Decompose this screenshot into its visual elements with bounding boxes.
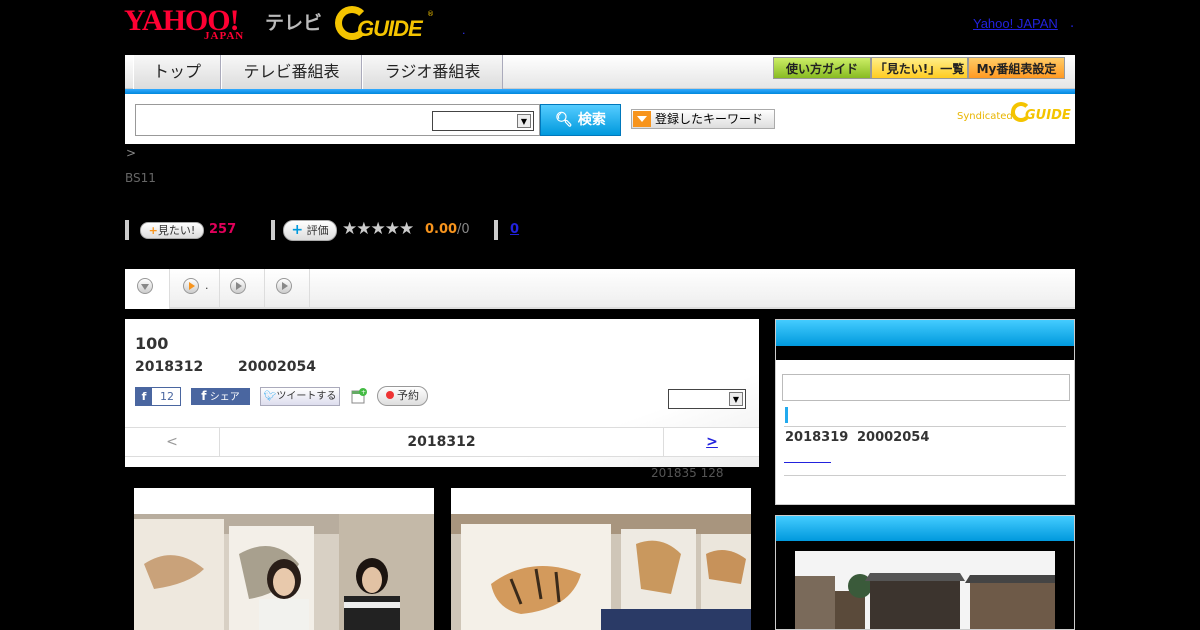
sidebar-broadcast-time: 20002054 [857, 430, 930, 445]
subtab-3[interactable] [220, 269, 265, 309]
tv-logo-text[interactable]: テレビ [265, 8, 322, 35]
search-bar: ▼ 🔍︎ 検索 登録したキーワード Syndicated GUIDE [125, 94, 1075, 144]
subtab-4[interactable] [265, 269, 310, 309]
search-category-select[interactable]: ▼ [432, 111, 534, 131]
divider [494, 220, 498, 240]
main-nav: トップ テレビ番組表 ラジオ番組表 使い方ガイド 「見たい!」一覧 My番組表設… [125, 55, 1075, 89]
header-link-dot: . [1070, 16, 1075, 31]
facebook-share-label: シェア [209, 392, 240, 403]
breadcrumb[interactable]: > [126, 146, 136, 160]
gguide-logo[interactable]: GUIDE ® [335, 6, 434, 41]
sidebar-section-marker [785, 407, 788, 423]
play-icon [183, 278, 199, 294]
divider [784, 426, 1066, 427]
plus-icon: + [148, 224, 158, 237]
nav-tab-radio-schedule[interactable]: ラジオ番組表 [362, 55, 503, 89]
header-dot: . [462, 24, 466, 37]
yahoo-japan-logo-text: JAPAN [204, 30, 245, 42]
miru-button[interactable]: +見たい! [140, 222, 204, 239]
sidebar-next-broadcast: 2018319 20002054 [775, 319, 1075, 505]
facebook-icon: f [201, 389, 207, 403]
pager-prev-button[interactable]: < [125, 428, 220, 456]
townscape-image [795, 551, 1055, 629]
divider [125, 220, 129, 240]
subtab-1[interactable] [125, 269, 170, 309]
my-schedule-settings-button[interactable]: My番組表設定 [968, 57, 1065, 79]
subtab-2-label: . [205, 279, 209, 292]
sidebar-input[interactable] [782, 374, 1070, 401]
program-photo-1[interactable] [134, 488, 434, 630]
program-meta: 201835 128 [651, 466, 724, 480]
registered-keywords-button[interactable]: 登録したキーワード [631, 109, 775, 129]
tiger-paintings-image [451, 514, 751, 630]
rating-count: /0 [457, 222, 470, 237]
sidebar-related [775, 515, 1075, 630]
program-photo-2[interactable] [451, 488, 751, 630]
reserve-button[interactable]: 予約 [377, 386, 428, 406]
episode-pager: < 2018312 > [125, 427, 759, 457]
rating-score: 0.00 [425, 222, 458, 237]
program-option-select[interactable]: ▼ [668, 389, 746, 409]
program-detail-panel: 100 2018312 20002054 f 12 f シェア 🐦︎ツイートする … [125, 319, 759, 467]
yahoo-japan-link[interactable]: Yahoo! JAPAN [973, 16, 1058, 31]
nav-tab-tv-schedule[interactable]: テレビ番組表 [221, 55, 362, 89]
rate-button-label: 評価 [306, 224, 329, 237]
page: YAHOO! JAPAN テレビ GUIDE ® . Yahoo! JAPAN … [0, 0, 1200, 630]
dropdown-arrow-icon [633, 111, 651, 127]
reserve-label: 予約 [397, 389, 419, 402]
channel-name: BS11 [125, 171, 156, 185]
program-subtabs: . [125, 269, 1075, 309]
facebook-like-count: 12 [160, 390, 174, 403]
gguide-logo-text: GUIDE [357, 16, 423, 41]
nav-tab-top[interactable]: トップ [133, 55, 221, 89]
tweet-button[interactable]: 🐦︎ツイートする [260, 387, 340, 406]
sidebar-link[interactable] [784, 462, 831, 463]
divider [784, 475, 1066, 476]
rate-button[interactable]: + 評価 [283, 220, 337, 241]
record-icon [386, 391, 394, 399]
play-icon [230, 278, 246, 294]
chevron-down-icon [137, 278, 153, 294]
miru-list-button[interactable]: 「見たい!」一覧 [871, 57, 968, 79]
sidebar-header [776, 516, 1074, 541]
sidebar-header-band [776, 346, 1074, 360]
search-button-label: 検索 [577, 112, 606, 128]
registered-keywords-label: 登録したキーワード [655, 112, 764, 126]
pager-next-button[interactable]: > [665, 428, 759, 456]
miru-count: 257 [209, 222, 237, 237]
facebook-share-button[interactable]: f シェア [191, 388, 250, 405]
search-button[interactable]: 🔍︎ 検索 [540, 104, 621, 136]
review-count-link[interactable]: 0 [510, 222, 519, 237]
svg-text:+: + [361, 389, 366, 396]
pager-current-date: 2018312 [220, 428, 664, 456]
guide-button[interactable]: 使い方ガイド [773, 57, 871, 79]
program-title: 100 [135, 334, 169, 353]
program-time: 20002054 [238, 359, 316, 375]
divider [271, 220, 275, 240]
program-date: 2018312 [135, 359, 204, 375]
plus-icon: + [291, 222, 304, 238]
syndicated-gguide-text: GUIDE [1025, 108, 1071, 123]
studio-scene-image [134, 514, 434, 630]
tweet-label: ツイートする [276, 391, 337, 402]
facebook-icon: f [136, 388, 152, 405]
registered-mark: ® [427, 10, 434, 18]
rating-stars: ★★★★★ [342, 219, 414, 239]
subtab-2[interactable]: . [170, 269, 220, 309]
chevron-down-icon: ▼ [729, 392, 743, 406]
related-image[interactable] [795, 551, 1055, 629]
sidebar-header [776, 320, 1074, 346]
miru-button-label: 見たい! [157, 224, 196, 237]
sidebar-broadcast-date: 2018319 [785, 430, 849, 445]
syndicated-label: Syndicated [957, 111, 1013, 122]
facebook-like-button[interactable]: f 12 [135, 387, 181, 406]
play-icon [276, 278, 292, 294]
twitter-icon: 🐦︎ [263, 391, 277, 402]
calendar-add-icon[interactable]: + [350, 387, 368, 405]
search-icon: 🔍︎ [555, 112, 573, 128]
chevron-down-icon: ▼ [517, 114, 531, 128]
